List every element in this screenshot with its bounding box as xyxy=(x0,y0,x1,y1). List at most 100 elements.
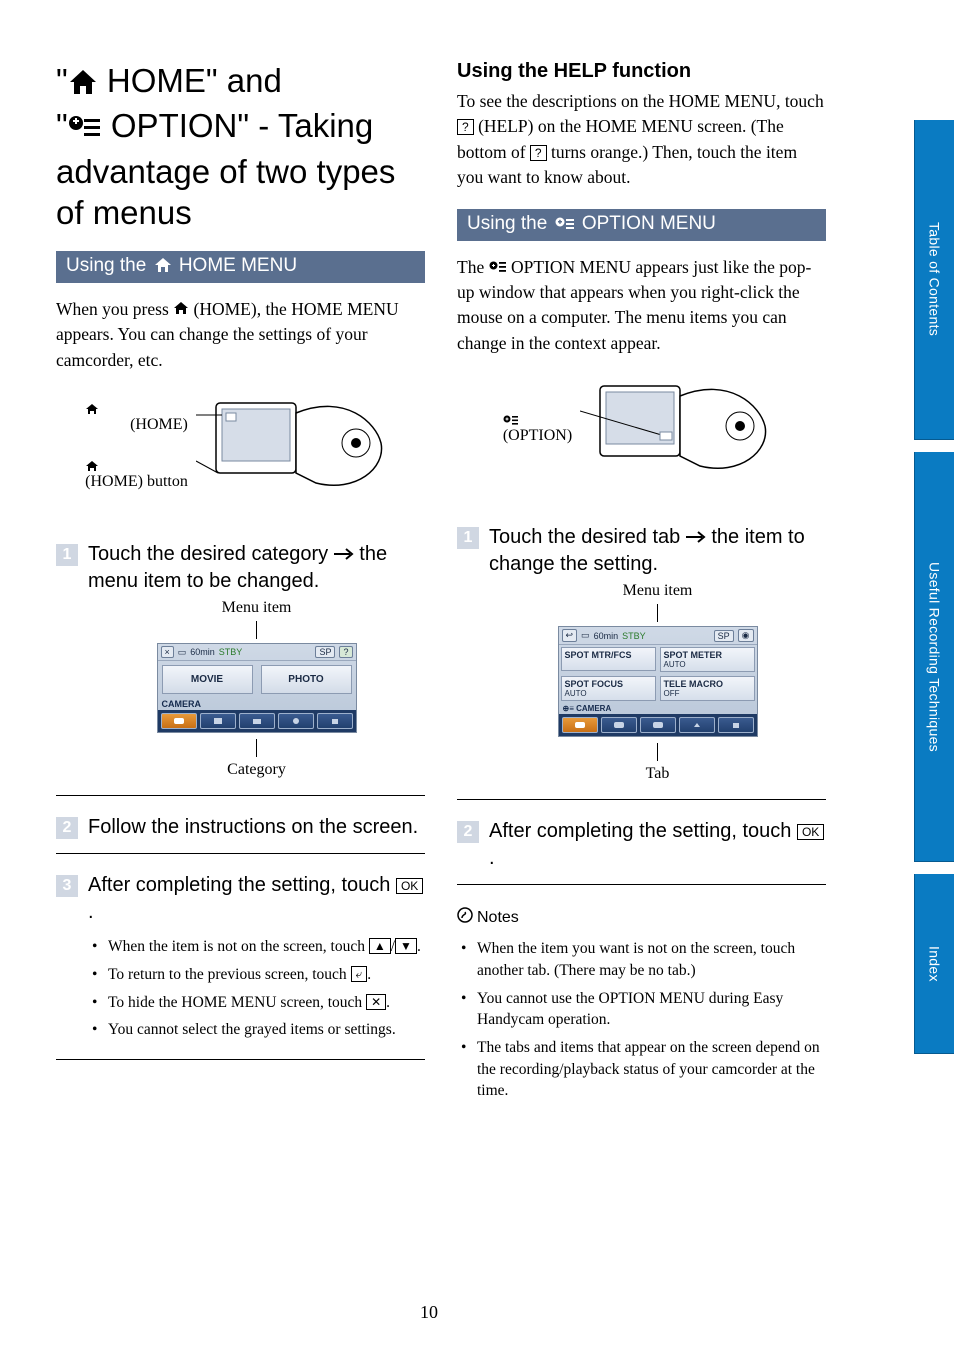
camera-label: ⊕≡ CAMERA xyxy=(559,703,757,714)
close-button-glyph: ✕ xyxy=(366,994,386,1010)
option-icon xyxy=(68,109,102,150)
option-icon: ⊕≡ xyxy=(563,704,574,713)
diagram-label-option: (OPTION) xyxy=(503,415,580,447)
step-heading: After completing the setting, touch OK. xyxy=(88,872,425,926)
back-button-glyph: ⤶ xyxy=(351,966,368,982)
text: To hide the HOME MENU screen, touch xyxy=(108,994,366,1011)
home-icon xyxy=(68,64,98,105)
option-icon xyxy=(489,257,507,277)
text: . xyxy=(367,966,371,983)
text: After completing the setting, touch xyxy=(88,874,396,896)
battery-icon: ▭ xyxy=(178,647,187,658)
photo-button: PHOTO xyxy=(261,665,352,694)
ok-button-glyph: OK xyxy=(396,878,423,894)
arrow-right-icon xyxy=(686,524,706,551)
category-tab xyxy=(278,713,314,729)
up-arrow-button: ▲ xyxy=(369,938,391,954)
leader-line xyxy=(256,739,257,757)
stby-label: STBY xyxy=(622,631,646,641)
option-tab xyxy=(679,717,715,733)
note-item: The tabs and items that appear on the sc… xyxy=(477,1037,826,1102)
home-icon xyxy=(173,299,189,319)
category-tab xyxy=(161,713,197,729)
menu-item-caption: Menu item xyxy=(489,582,826,600)
step-heading: Touch the desired tab the item to change… xyxy=(489,524,826,578)
text: (OPTION) xyxy=(503,427,572,444)
side-nav-tabs: Table of Contents Useful Recording Techn… xyxy=(858,0,954,1357)
help-button-glyph: ? xyxy=(457,119,474,135)
bullet-item: When the item is not on the screen, touc… xyxy=(108,936,425,958)
option-tab xyxy=(601,717,637,733)
option-tab xyxy=(640,717,676,733)
text: To see the descriptions on the HOME MENU… xyxy=(457,91,824,111)
option-icon xyxy=(555,215,575,236)
help-chip: ? xyxy=(339,646,352,658)
help-function-heading: Using the HELP function xyxy=(457,60,826,83)
text: . xyxy=(386,994,390,1011)
quote: " xyxy=(56,107,68,144)
note-item: You cannot use the OPTION MENU during Ea… xyxy=(477,988,826,1031)
category-caption: Category xyxy=(88,761,425,779)
text: Notes xyxy=(477,909,519,927)
tab-table-of-contents[interactable]: Table of Contents xyxy=(914,120,954,440)
sixty-min: 60min xyxy=(190,647,215,657)
text: When you press xyxy=(56,299,173,319)
option-step-2: 2 After completing the setting, touch OK… xyxy=(457,808,826,885)
diagram-label-home-button: (HOME) button xyxy=(85,460,196,493)
option-menu-screenshot: ↩ ▭ 60min STBY SP ◉ SPOT MTR/FCS SPOT ME… xyxy=(558,626,758,737)
bullet-item: To return to the previous screen, touch … xyxy=(108,964,425,986)
bullet-item: You cannot select the grayed items or se… xyxy=(108,1019,425,1041)
text: . xyxy=(417,938,421,955)
text: To return to the previous screen, touch xyxy=(108,966,351,983)
help-function-body: To see the descriptions on the HOME MENU… xyxy=(457,89,826,191)
category-tab xyxy=(200,713,236,729)
down-arrow-button: ▼ xyxy=(395,938,417,954)
option-icon xyxy=(503,415,572,426)
diagram-label-home-onscreen: (HOME) xyxy=(85,403,196,436)
home-step-3: 3 After completing the setting, touch OK… xyxy=(56,862,425,1060)
section-label: HOME MENU xyxy=(174,255,298,276)
home-icon xyxy=(85,460,188,472)
tab-label: Table of Contents xyxy=(927,222,943,336)
close-chip: × xyxy=(161,646,174,658)
tab-label: Index xyxy=(927,946,943,982)
movie-button: MOVIE xyxy=(162,665,253,694)
text: OPTION MENU appears just like the pop-up… xyxy=(457,257,811,353)
text: When the item is not on the screen, touc… xyxy=(108,938,369,955)
section-label: Using the xyxy=(467,213,553,234)
text: (HOME) xyxy=(130,416,188,433)
tab-label: Useful Recording Techniques xyxy=(927,562,943,752)
leader-line xyxy=(657,604,658,622)
text: The xyxy=(457,257,489,277)
notes-heading: Notes xyxy=(457,907,826,928)
spot-mtr-fcs-button: SPOT MTR/FCS xyxy=(561,647,656,671)
text: Touch the desired tab xyxy=(489,526,686,548)
step-number: 1 xyxy=(56,544,78,566)
quote: " xyxy=(56,62,68,99)
menu-item-caption: Menu item xyxy=(88,599,425,617)
home-step3-bullets: When the item is not on the screen, touc… xyxy=(88,936,425,1041)
step-number: 1 xyxy=(457,527,479,549)
ok-button-glyph: OK xyxy=(797,824,824,840)
home-icon xyxy=(154,257,172,278)
leader-line xyxy=(657,743,658,761)
section-label: OPTION MENU xyxy=(577,213,716,234)
step-number: 2 xyxy=(457,821,479,843)
text: (HOME) button xyxy=(85,473,188,490)
stby-label: STBY xyxy=(219,647,243,657)
leader-line xyxy=(256,621,257,639)
option-menu-section-header: Using the OPTION MENU xyxy=(457,209,826,241)
help-button-glyph: ? xyxy=(530,145,547,161)
step-heading: After completing the setting, touch OK. xyxy=(489,818,826,872)
text: Touch the desired category xyxy=(88,543,334,565)
notes-icon xyxy=(457,907,473,928)
category-tab xyxy=(317,713,353,729)
left-column: " HOME" and " OPTION" - Taking advantage… xyxy=(56,60,425,1108)
tab-useful-recording-techniques[interactable]: Useful Recording Techniques xyxy=(914,452,954,862)
spot-meter-button: SPOT METERAUTO xyxy=(660,647,755,672)
option-tab xyxy=(562,717,598,733)
tab-index[interactable]: Index xyxy=(914,874,954,1054)
step-heading: Touch the desired category the menu item… xyxy=(88,541,425,595)
camcorder-option-diagram: (OPTION) xyxy=(457,366,826,496)
page-content: " HOME" and " OPTION" - Taking advantage… xyxy=(0,0,858,1357)
